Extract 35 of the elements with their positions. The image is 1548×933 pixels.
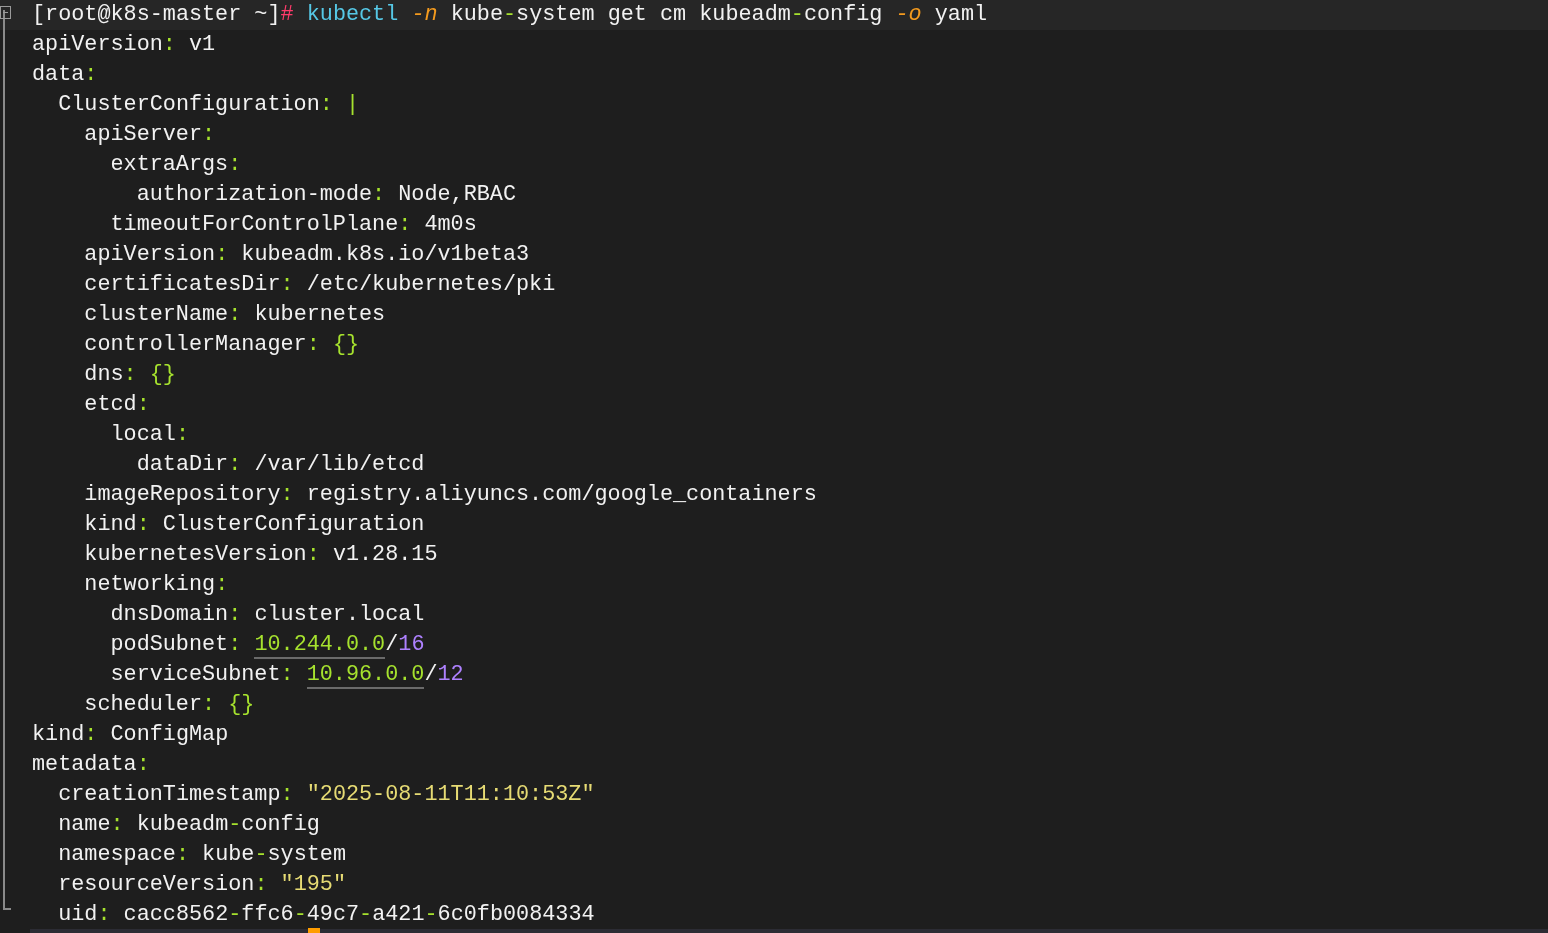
ip-link[interactable]: 10.244.0.0 bbox=[254, 632, 386, 659]
yaml-line: dataDir: /var/lib/etcd bbox=[135, 451, 425, 479]
yaml-line: timeoutForControlPlane: 4m0s bbox=[109, 211, 477, 239]
yaml-line: authorization-mode: Node,RBAC bbox=[135, 181, 516, 209]
yaml-line: kind: ConfigMap bbox=[32, 721, 229, 749]
yaml-line: apiVersion: v1 bbox=[32, 31, 216, 59]
yaml-line: metadata: bbox=[32, 751, 150, 779]
yaml-line: serviceSubnet: 10.96.0.0/12 bbox=[109, 661, 464, 690]
yaml-line: kubernetesVersion: v1.28.15 bbox=[83, 541, 438, 569]
yaml-line: imageRepository: registry.aliyuncs.com/google_containers bbox=[83, 481, 817, 509]
yaml-line: networking: bbox=[83, 571, 229, 599]
ip-link[interactable]: 10.96.0.0 bbox=[306, 662, 425, 689]
text-cursor bbox=[308, 928, 320, 933]
yaml-line: dns: {} bbox=[83, 361, 176, 389]
yaml-line: namespace: kube-system bbox=[57, 841, 346, 869]
yaml-line: scheduler: {} bbox=[83, 691, 255, 719]
yaml-line: uid: cacc8562-ffc6-49c7-a421-6c0fb0084334 bbox=[57, 901, 595, 929]
yaml-line: extraArgs: bbox=[109, 151, 242, 179]
yaml-line: etcd: bbox=[83, 391, 150, 419]
command-prompt-line: [root@k8s-master ~]# kubectl -n kube-system get cm kubeadm-config -o yaml bbox=[32, 1, 988, 29]
yaml-line: ClusterConfiguration: | bbox=[57, 91, 360, 119]
yaml-line: name: kubeadm-config bbox=[57, 811, 320, 839]
yaml-line: clusterName: kubernetes bbox=[83, 301, 386, 329]
yaml-line: apiVersion: kubeadm.k8s.io/v1beta3 bbox=[83, 241, 530, 269]
yaml-line: dnsDomain: cluster.local bbox=[109, 601, 425, 629]
fold-icon[interactable] bbox=[0, 6, 11, 19]
yaml-line: creationTimestamp: "2025-08-11T11:10:53Z" bbox=[57, 781, 595, 809]
yaml-line: apiServer: bbox=[83, 121, 216, 149]
yaml-line: data: bbox=[32, 61, 98, 89]
yaml-line: controllerManager: {} bbox=[83, 331, 360, 359]
yaml-line: resourceVersion: "195" bbox=[57, 871, 346, 899]
yaml-line: certificatesDir: /etc/kubernetes/pki bbox=[83, 271, 556, 299]
yaml-line: podSubnet: 10.244.0.0/16 bbox=[109, 631, 425, 660]
yaml-line: local: bbox=[109, 421, 189, 449]
yaml-line: kind: ClusterConfiguration bbox=[83, 511, 425, 539]
